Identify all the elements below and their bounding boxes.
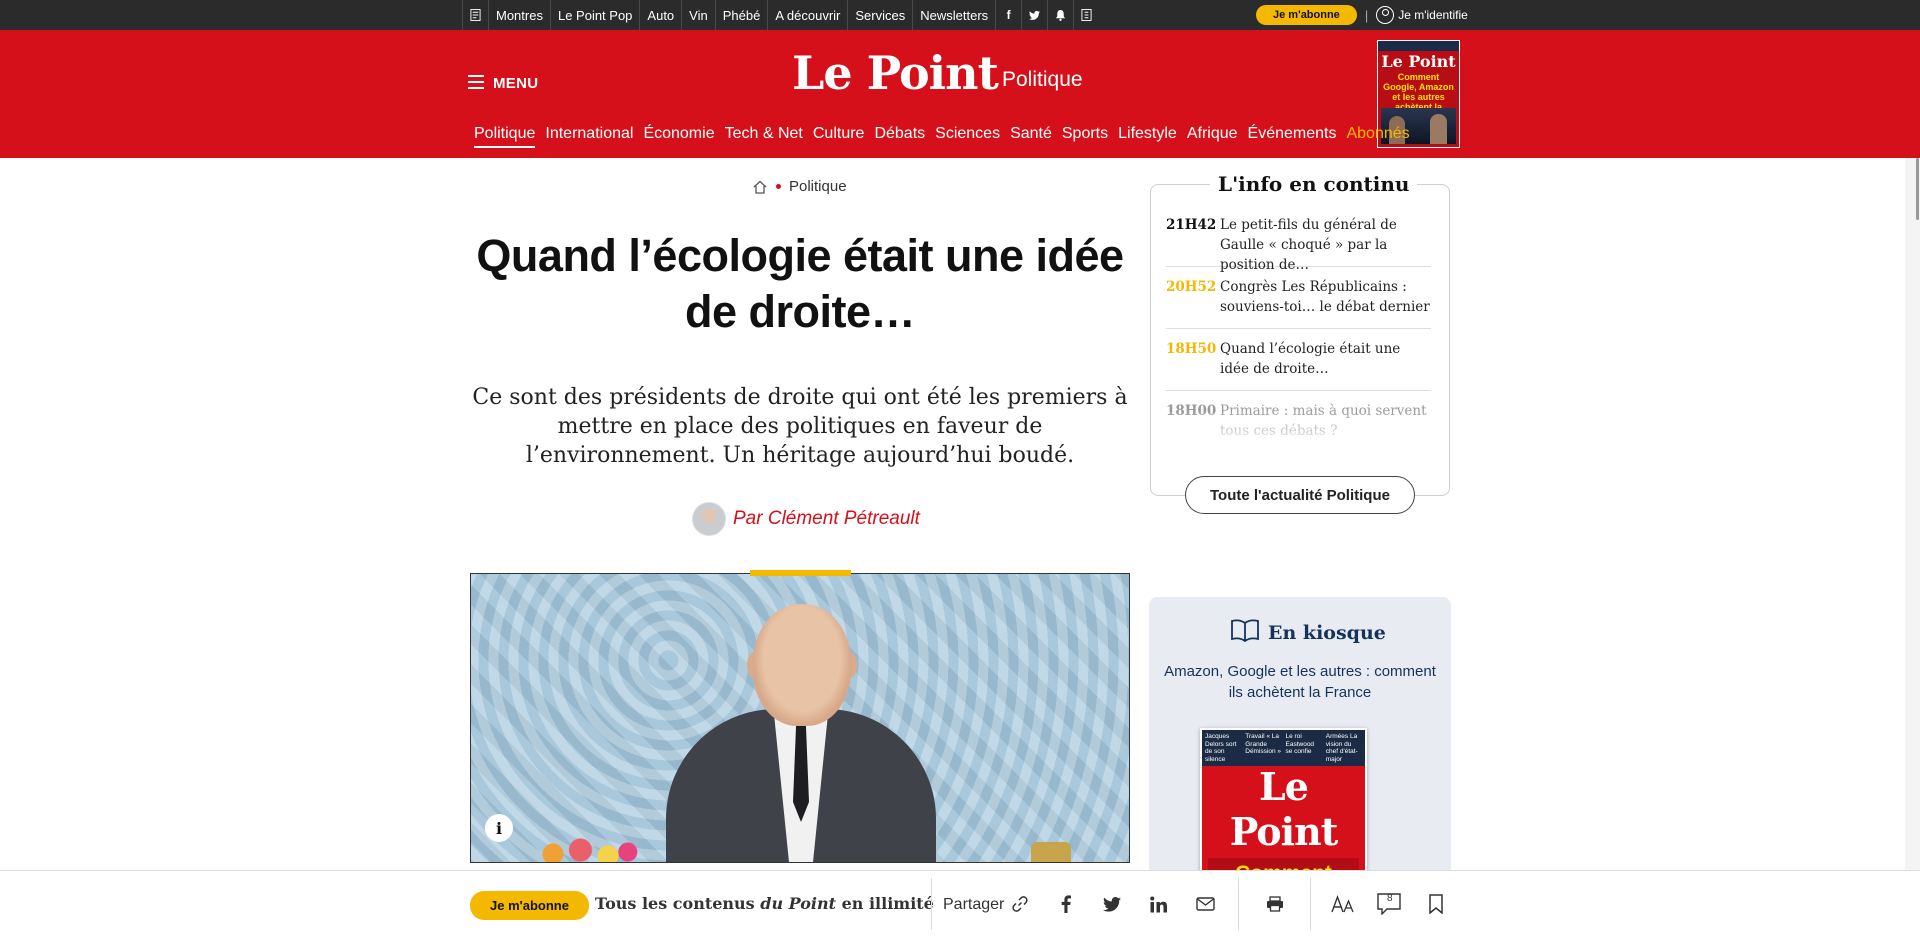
topbar-link-vin[interactable]: Vin	[681, 0, 715, 30]
topbar-link-le-point-pop[interactable]: Le Point Pop	[549, 0, 639, 30]
bell-icon[interactable]	[1047, 0, 1073, 30]
print-icon[interactable]	[1261, 890, 1289, 918]
cover-thumb-logo: Le Point	[1381, 52, 1456, 71]
live-news-title: L'info en continu	[1210, 172, 1418, 196]
nav-item-economie[interactable]: Économie	[643, 125, 714, 148]
share-label: Partager	[943, 896, 1005, 913]
author-name[interactable]: Par Clément Pétreault	[733, 508, 920, 530]
menu-label: MENU	[493, 75, 539, 92]
menu-button[interactable]: MENU	[468, 71, 538, 92]
nav-item-tech-net[interactable]: Tech & Net	[725, 125, 803, 148]
sticky-bottom-bar: Je m'abonne Tous les contenus du Point e…	[0, 870, 1920, 937]
kiosk-heading: En kiosque	[1230, 618, 1386, 647]
site-logo[interactable]: Le Point	[792, 46, 999, 100]
bookmark-icon[interactable]	[1422, 890, 1450, 918]
image-info-button[interactable]: i	[485, 814, 513, 842]
live-news-text: Congrès Les Républicains : souviens-toi……	[1220, 279, 1430, 315]
live-news-item[interactable]: 18H50 Quand l’écologie était une idée de…	[1166, 329, 1431, 391]
cover-teaser: Jacques Delors sort de son silence	[1205, 733, 1237, 763]
article-hero-image: i	[470, 573, 1130, 863]
topbar-link-montres[interactable]: Montres	[488, 0, 550, 30]
user-icon	[1376, 6, 1395, 24]
live-news-fade	[1152, 410, 1448, 450]
cover-teaser: Armées La vision du chef d'état-major	[1325, 733, 1358, 763]
live-news-time: 20H52	[1166, 279, 1217, 295]
nav-item-lifestyle[interactable]: Lifestyle	[1118, 125, 1177, 148]
nav-item-debats[interactable]: Débats	[874, 125, 925, 148]
nav-item-abonnes[interactable]: Abonnés	[1346, 125, 1409, 148]
cover-logo: Le Point	[1229, 764, 1339, 854]
email-share-icon[interactable]	[1191, 890, 1219, 918]
nav-item-politique[interactable]: Politique	[474, 125, 536, 148]
bottom-divider	[931, 878, 932, 930]
topbar-link-a-decouvrir[interactable]: A découvrir	[767, 0, 847, 30]
open-book-icon	[1230, 618, 1260, 647]
nav-item-afrique[interactable]: Afrique	[1187, 125, 1238, 148]
article-lead: Ce sont des présidents de droite qui ont…	[472, 385, 1128, 468]
section-title[interactable]: Politique	[1002, 68, 1083, 92]
live-news-time: 18H50	[1166, 341, 1217, 357]
nav-item-culture[interactable]: Culture	[813, 125, 865, 148]
login-label: Je m'identifie	[1398, 8, 1468, 22]
subscription-pitch: Tous les contenus du Point en illimité	[595, 894, 934, 913]
breadcrumb: Politique	[752, 178, 847, 195]
bottom-divider	[1310, 878, 1311, 930]
grid-icon[interactable]	[1073, 0, 1099, 30]
login-link[interactable]: Je m'identifie	[1376, 6, 1468, 24]
kiosk-subtitle[interactable]: Amazon, Google et les autres : comment i…	[1149, 661, 1451, 703]
facebook-share-icon[interactable]	[1052, 890, 1080, 918]
hamburger-icon	[468, 74, 484, 89]
nav-item-sciences[interactable]: Sciences	[935, 125, 1000, 148]
nav-item-evenements[interactable]: Événements	[1248, 125, 1337, 148]
article-title: Quand l’écologie était une idée de droit…	[476, 230, 1124, 337]
page-scrollbar-track[interactable]	[1905, 158, 1920, 870]
page-scrollbar-thumb[interactable]	[1916, 158, 1919, 220]
gift-icon[interactable]	[462, 0, 488, 30]
subscribe-button-top[interactable]: Je m'abonne	[1256, 5, 1357, 25]
breadcrumb-dot	[776, 184, 781, 189]
image-accent-bar	[750, 570, 851, 576]
kiosk-box: En kiosque Amazon, Google et les autres …	[1149, 597, 1451, 897]
cover-teaser: Travail « La Grande Démission »	[1245, 733, 1282, 755]
comment-count: 8	[1387, 893, 1393, 904]
author-avatar	[692, 502, 726, 536]
bottom-divider	[1238, 878, 1239, 930]
link-icon[interactable]	[1006, 890, 1034, 918]
home-icon[interactable]	[752, 179, 768, 195]
utility-bar: Montres Le Point Pop Auto Vin Phébé A dé…	[0, 0, 1920, 30]
author-byline[interactable]: Par Clément Pétreault	[692, 502, 920, 536]
site-header: MENU Le Point Politique Le Point Comment…	[0, 30, 1920, 158]
live-news-item[interactable]: 21H42 Le petit-fils du général de Gaulle…	[1166, 205, 1431, 273]
font-size-icon[interactable]	[1329, 890, 1357, 918]
twitter-share-icon[interactable]	[1098, 890, 1126, 918]
subscribe-button-bottom[interactable]: Je m'abonne	[470, 891, 589, 920]
topbar-separator: |	[1364, 7, 1369, 23]
live-news-time: 21H42	[1166, 217, 1217, 233]
linkedin-share-icon[interactable]	[1144, 890, 1172, 918]
topbar-link-phebe[interactable]: Phébé	[714, 0, 768, 30]
nav-item-sante[interactable]: Santé	[1010, 125, 1052, 148]
nav-item-sports[interactable]: Sports	[1062, 125, 1108, 148]
nav-item-international[interactable]: International	[545, 125, 633, 148]
twitter-icon[interactable]	[1021, 0, 1047, 30]
topbar-link-newsletters[interactable]: Newsletters	[912, 0, 995, 30]
all-politics-news-button[interactable]: Toute l'actualité Politique	[1185, 476, 1415, 514]
facebook-icon[interactable]: f	[995, 0, 1021, 30]
live-news-item[interactable]: 20H52 Congrès Les Républicains : souvien…	[1166, 267, 1431, 329]
topbar-link-services[interactable]: Services	[847, 0, 912, 30]
live-news-text: Quand l’écologie était une idée de droit…	[1220, 341, 1401, 377]
live-news-text: Le petit-fils du général de Gaulle « cho…	[1220, 217, 1397, 273]
section-nav: Politique International Économie Tech & …	[474, 125, 1420, 148]
breadcrumb-politique[interactable]: Politique	[789, 178, 847, 195]
cover-teaser: Le roi Eastwood se confie	[1285, 733, 1315, 755]
topbar-link-auto[interactable]: Auto	[639, 0, 681, 30]
comments-icon[interactable]: 8	[1375, 890, 1403, 918]
kiosk-title: En kiosque	[1268, 621, 1386, 644]
